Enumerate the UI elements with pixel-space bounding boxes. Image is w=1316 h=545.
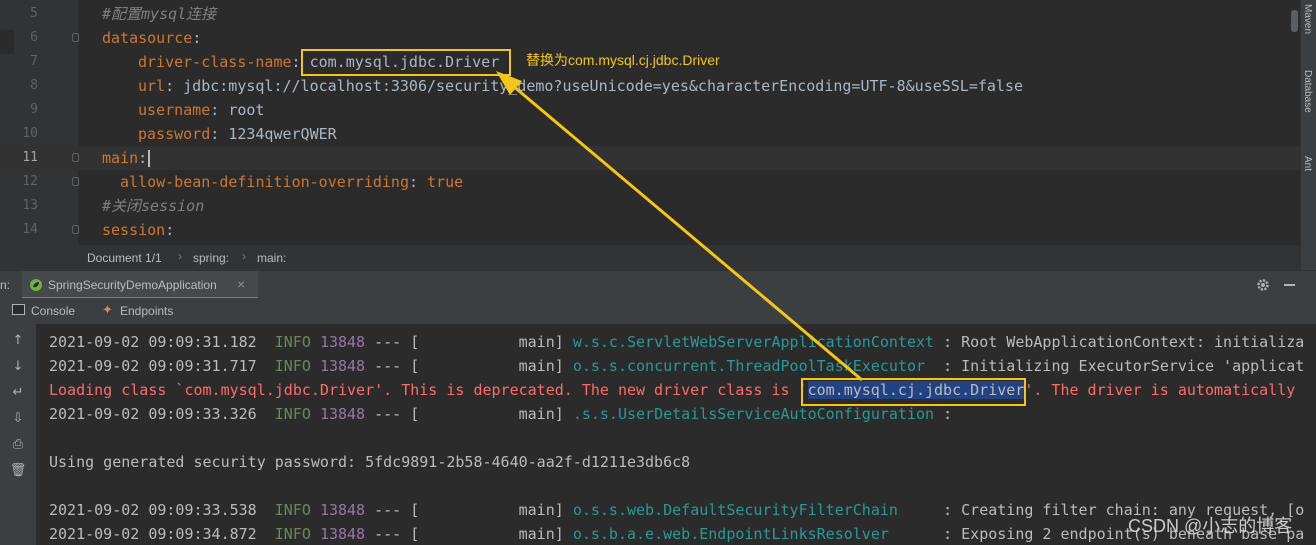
console-icon — [12, 304, 25, 315]
yaml-value: 1234qwerQWER — [228, 125, 337, 143]
yaml-key: main — [102, 149, 139, 167]
yaml-key: session — [102, 221, 166, 239]
arrow-down-icon[interactable]: ↓ — [9, 358, 27, 376]
line-number: 9 — [30, 102, 38, 117]
trash-icon[interactable]: 🗑 — [9, 462, 27, 480]
yaml-sep: : — [138, 149, 148, 167]
yaml-sep: : — [165, 77, 184, 95]
line-number: 12 — [22, 174, 38, 189]
breadcrumb-document[interactable]: Document 1/1 — [87, 251, 162, 265]
code-line[interactable]: 9 username: root — [0, 98, 1300, 122]
code-line-current[interactable]: 11 main: — [0, 146, 1300, 170]
log-line: 2021-09-02 09:09:34.872 INFO 13848 --- [… — [49, 525, 1305, 543]
log-line: 2021-09-02 09:09:31.182 INFO 13848 --- [… — [49, 333, 1305, 351]
soft-wrap-icon[interactable]: ↵ — [9, 384, 27, 402]
yaml-sep: : — [165, 221, 175, 239]
minimize-icon[interactable] — [1284, 284, 1295, 286]
yaml-key: driver-class-name — [138, 53, 292, 71]
comment-text: #关闭session — [102, 197, 205, 215]
print-icon[interactable]: ⎙ — [9, 436, 27, 454]
fold-marker-icon[interactable] — [72, 177, 79, 186]
tab-maven[interactable]: Maven — [1302, 4, 1313, 34]
tab-ant[interactable]: Ant — [1302, 156, 1313, 171]
code-line[interactable]: 14 session: — [0, 218, 1300, 242]
breadcrumb-main[interactable]: main: — [257, 251, 286, 265]
console-output[interactable]: ─ ─ ─ ─ ─ ─ ─ ─ ─ ─ ─ ─ 2021-09-02 09:09… — [36, 324, 1316, 545]
editor-scrollbar[interactable] — [1291, 10, 1298, 32]
log-line: 2021-09-02 09:09:31.717 INFO 13848 --- [… — [49, 357, 1305, 375]
run-tool-header: n: SpringSecurityDemoApplication × — [0, 270, 1316, 299]
gear-icon[interactable] — [1256, 278, 1270, 292]
line-number: 7 — [30, 54, 38, 69]
line-number: 8 — [30, 78, 38, 93]
highlight-box-new-driver — [801, 378, 1026, 406]
text-caret — [148, 150, 151, 167]
tab-endpoints[interactable]: ✦ Endpoints — [98, 298, 188, 324]
yaml-key: username — [138, 101, 211, 119]
right-tool-strip: Maven Database Ant — [1300, 0, 1316, 270]
yaml-key: url — [138, 77, 166, 95]
chevron-right-icon: › — [242, 249, 246, 263]
annotation-replace-driver: 替换为com.mysql.cj.jdbc.Driver — [526, 52, 720, 68]
yaml-sep: : — [210, 125, 229, 143]
tab-database[interactable]: Database — [1302, 70, 1313, 113]
console-toolbar: ↑ ↓ ↵ ⇩ ⎙ 🗑 — [0, 324, 37, 545]
line-number: 6 — [30, 30, 38, 45]
log-line-warning: Loading class `com.mysql.jdbc.Driver'. T… — [49, 381, 1296, 399]
tab-console-label: Console — [31, 304, 76, 318]
close-icon[interactable]: × — [237, 276, 245, 292]
yaml-value: true — [427, 173, 464, 191]
chevron-right-icon: › — [178, 249, 182, 263]
code-editor[interactable]: 5 #配置mysql连接 6 datasource: 7 driver-clas… — [0, 0, 1300, 245]
code-line[interactable]: 5 #配置mysql连接 — [0, 2, 1300, 26]
run-config-label: SpringSecurityDemoApplication — [48, 278, 217, 292]
yaml-sep: : — [408, 173, 428, 191]
line-number: 10 — [22, 126, 38, 141]
code-line[interactable]: 8 url: jdbc:mysql://localhost:3306/secur… — [0, 74, 1300, 98]
log-line: 2021-09-02 09:09:33.538 INFO 13848 --- [… — [49, 501, 1305, 519]
highlight-box-driver-config — [301, 49, 511, 76]
breadcrumb: Document 1/1 › spring: › main: — [0, 245, 1300, 271]
comment-text: #配置mysql连接 — [102, 5, 217, 23]
line-number: 14 — [22, 222, 38, 237]
fold-marker-icon[interactable] — [72, 153, 79, 162]
code-line[interactable]: 10 password: 1234qwerQWER — [0, 122, 1300, 146]
code-line[interactable]: 6 datasource: — [0, 26, 1300, 50]
yaml-key: password — [138, 125, 211, 143]
arrow-up-icon[interactable]: ↑ — [9, 332, 27, 350]
line-number: 13 — [22, 198, 38, 213]
line-number: 11 — [22, 150, 38, 165]
yaml-key: allow-bean-definition-overriding — [120, 173, 409, 191]
run-label: n: — [0, 278, 11, 292]
scroll-to-end-icon[interactable]: ⇩ — [9, 410, 27, 428]
console-tool-tabs: Console ✦ Endpoints — [0, 298, 1316, 325]
fold-marker-icon[interactable] — [72, 225, 79, 234]
code-line[interactable]: 12 allow-bean-definition-overriding: tru… — [0, 170, 1300, 194]
spring-leaf-icon — [30, 279, 42, 291]
yaml-value: root — [228, 101, 265, 119]
line-number: 5 — [30, 6, 38, 21]
fold-marker-icon[interactable] — [72, 33, 79, 42]
watermark: CSDN @小志的博客 — [1128, 516, 1293, 536]
yaml-value: jdbc:mysql://localhost:3306/security_dem… — [183, 77, 1024, 95]
tab-endpoints-label: Endpoints — [120, 304, 174, 318]
log-line-password: Using generated security password: 5fdc9… — [49, 453, 691, 471]
code-line[interactable]: 13 #关闭session — [0, 194, 1300, 218]
tab-console[interactable]: Console — [8, 298, 88, 324]
breadcrumb-spring[interactable]: spring: — [193, 251, 229, 265]
yaml-key: datasource — [102, 29, 193, 47]
yaml-sep: : — [210, 101, 229, 119]
endpoints-icon: ✦ — [102, 303, 113, 318]
run-config-tab[interactable]: SpringSecurityDemoApplication × — [22, 271, 258, 299]
yaml-sep: : — [192, 29, 202, 47]
